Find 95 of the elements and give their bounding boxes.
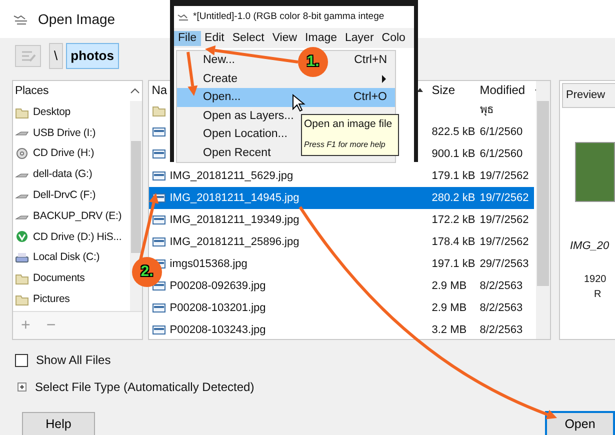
file-date: พุธ [480,104,494,116]
image-file-icon [152,301,166,315]
shortcut-label: Ctrl+N [354,53,387,68]
place-item[interactable]: Documents [13,268,130,289]
folder-icon [15,106,29,119]
menu-item[interactable]: Open as Layers... [203,106,294,125]
menu-bar-item[interactable]: View [268,30,302,46]
folder-icon [152,104,166,116]
menu-bar-item[interactable]: Colo [378,30,410,46]
file-name[interactable]: IMG_20181211_19349.jpg [170,209,300,231]
column-header[interactable]: Size [432,81,480,99]
place-item[interactable]: Desktop [13,102,130,123]
path-button[interactable]: \ [49,43,63,69]
file-date: 6/1/2560 [480,126,523,138]
tooltip-text: Open an image file [304,117,394,132]
collapse-chevron-icon [130,87,140,96]
preview-tab[interactable]: Preview [562,83,615,108]
file-size: 900.1 kB [432,148,476,160]
file-name[interactable]: P00208-103201.jpg [170,297,266,319]
preview-filename: IMG_20 [570,238,610,254]
place-item[interactable]: CD Drive (D:) HiS... [13,226,130,248]
preview-details: R [594,288,602,302]
checkmark-circle-icon [15,230,29,244]
file-date: 8/2/2563 [480,280,523,292]
place-item[interactable]: Pictures [13,288,130,310]
file-date: 19/7/2562 [480,236,529,248]
disk-icon [15,251,29,264]
expand-icon[interactable] [17,382,27,392]
file-size: 822.5 kB [432,126,476,138]
disc-icon [15,147,29,160]
file-name[interactable]: P00208-103243.jpg [170,319,266,341]
scrollbar-thumb[interactable] [130,141,141,253]
place-item[interactable]: Dell-DrvC (F:) [13,184,130,206]
help-button[interactable]: Help [22,412,95,435]
file-size: 2.9 MB [432,280,467,292]
shortcut-label: Ctrl+O [353,90,387,105]
place-item[interactable]: USB Drive (I:) [13,122,130,144]
file-size: 178.4 kB [432,236,476,248]
menu-item[interactable]: New... [203,51,235,70]
image-file-icon [152,213,166,227]
column-header[interactable]: Modified [480,81,526,99]
menu-bar-item[interactable]: Edit [200,30,228,46]
file-name[interactable]: P00208-092639.jpg [170,275,266,297]
file-name[interactable]: IMG_20181211_25896.jpg [170,231,300,253]
folder-icon [15,292,29,306]
checkbox-label: Show All Files [36,352,111,369]
tooltip-hint: Press F1 for more help [304,138,386,151]
image-file-icon [152,169,166,183]
open-button[interactable]: Open [545,411,615,435]
image-file-icon [152,125,166,139]
menu-item[interactable]: Open Recent [203,144,271,162]
file-date: 19/7/2562 [480,192,529,204]
photo-placeholder [575,142,615,202]
file-size: 172.2 kB [432,214,476,226]
app-logo-icon [177,12,189,22]
preview-details: 1920 [584,273,608,287]
file-date: 6/1/2560 [480,148,523,160]
menu-bar-item[interactable]: Layer [341,30,378,46]
place-item[interactable]: BACKUP_DRV (E:) [13,206,130,227]
file-date: 19/7/2562 [480,214,529,226]
menu-item[interactable]: Create [203,70,238,88]
file-date: 19/7/2562 [480,170,529,182]
arrow [186,52,198,96]
file-size: 179.1 kB [432,170,476,182]
folder-icon [15,272,29,286]
column-header[interactable]: Na [152,81,168,99]
place-item[interactable]: Local Disk (C:) [13,247,130,268]
menu-bar-item[interactable]: File [174,30,201,46]
menu-item[interactable]: Open Location... [203,125,288,144]
file-name[interactable]: imgs015368.jpg [170,253,248,275]
image-file-icon [152,147,166,161]
places-header: Places [15,84,49,99]
file-date: 8/2/2563 [480,324,523,336]
window-title: *[Untitled]-1.0 (RGB color 8-bit gamma intege [193,10,384,24]
menu-item[interactable]: Open... [203,88,241,106]
image-file-icon [152,235,166,249]
file-size: 2.9 MB [432,302,467,314]
sort-arrow-icon [416,86,424,94]
place-item[interactable]: dell-data (G:) [13,164,130,185]
mouse-pointer-icon [292,94,306,112]
file-date: 8/2/2563 [480,302,523,314]
file-size: 3.2 MB [432,324,467,336]
menu-bar-item[interactable]: Image [301,30,342,46]
checkbox[interactable] [15,354,28,366]
window-title: Open Image [38,10,116,29]
menu-bar-item[interactable]: Select [228,30,268,46]
path-button[interactable]: photos [66,43,119,69]
file-size: 280.2 kB [432,192,476,204]
file-date: 29/7/2563 [480,258,529,270]
place-item[interactable]: CD Drive (H:) [13,143,130,164]
file-size: 197.1 kB [432,258,476,270]
file-name[interactable]: IMG_20181211_5629.jpg [170,165,294,187]
image-file-icon [152,323,166,337]
file-name[interactable]: IMG_20181211_14945.jpg [170,187,300,209]
expander-label[interactable]: Select File Type (Automatically Detected) [35,378,254,396]
